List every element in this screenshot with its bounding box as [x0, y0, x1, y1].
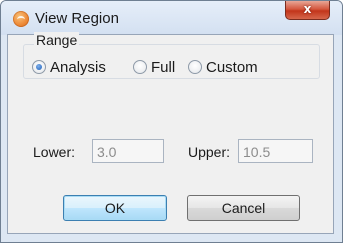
radio-custom[interactable]: Custom [188, 58, 258, 76]
radio-custom-indicator[interactable] [188, 60, 202, 74]
radio-full[interactable]: Full [133, 58, 175, 76]
app-logo-icon [13, 11, 29, 27]
range-group-label: Range [34, 32, 80, 48]
upper-input[interactable]: 10.5 [238, 139, 313, 163]
cancel-button[interactable]: Cancel [187, 195, 300, 221]
radio-analysis[interactable]: Analysis [32, 58, 106, 76]
lower-label: Lower: [33, 144, 76, 160]
close-button[interactable]: x [285, 1, 330, 20]
radio-full-indicator[interactable] [133, 60, 147, 74]
upper-input-value: 10.5 [243, 144, 271, 160]
radio-analysis-indicator[interactable] [32, 60, 46, 74]
lower-input[interactable]: 3.0 [92, 139, 164, 163]
title-bar[interactable]: View Region x [1, 1, 342, 35]
close-icon: x [303, 2, 312, 16]
upper-label: Upper: [188, 144, 231, 160]
lower-input-value: 3.0 [97, 144, 117, 160]
window-title: View Region [35, 10, 119, 27]
ok-button[interactable]: OK [63, 195, 167, 221]
radio-analysis-label: Analysis [50, 58, 106, 76]
radio-full-label: Full [151, 58, 176, 76]
radio-custom-label: Custom [206, 58, 258, 76]
